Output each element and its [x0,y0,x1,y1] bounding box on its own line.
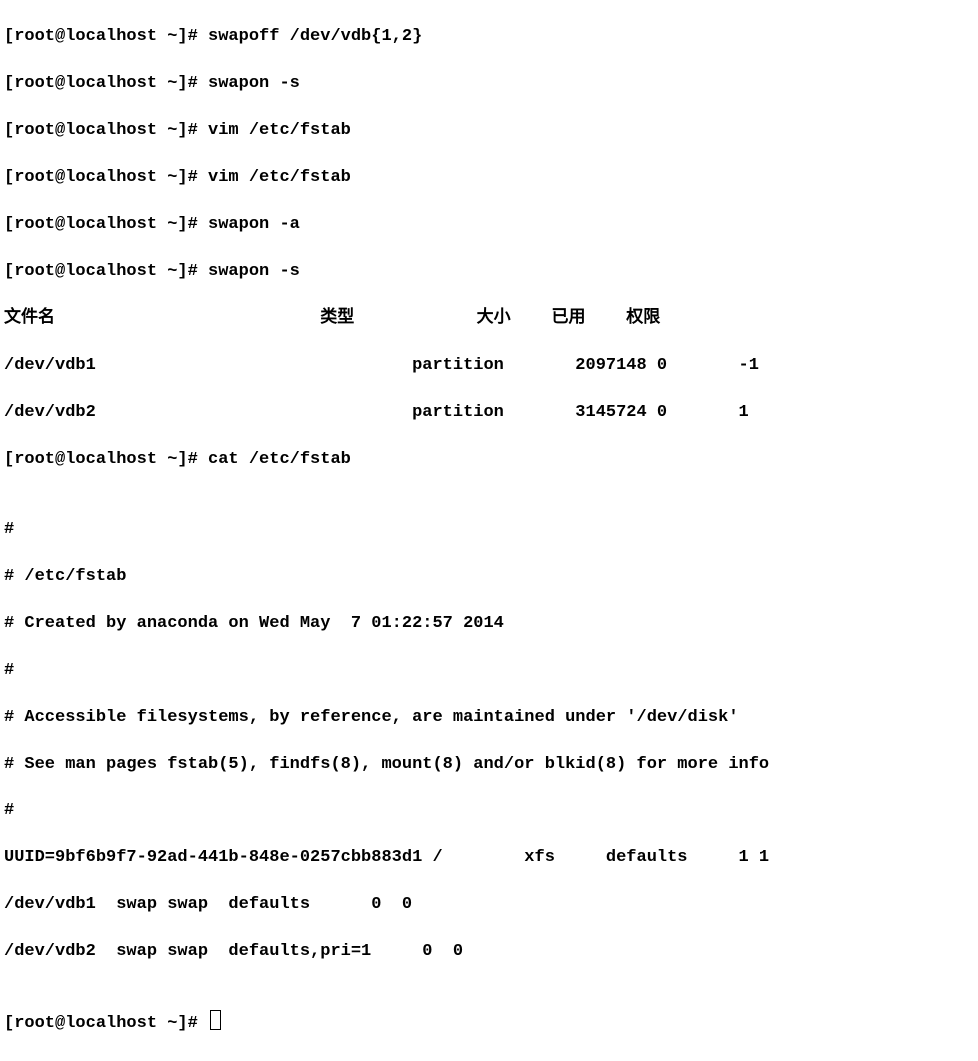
prompt-text: [root@localhost ~]# [4,1014,208,1033]
fstab-manpages: # See man pages fstab(5), findfs(8), mou… [4,753,974,776]
fstab-comment2: # [4,659,974,682]
cmd-vim-fstab-1: [root@localhost ~]# vim /etc/fstab [4,119,974,142]
fstab-accessible: # Accessible filesystems, by reference, … [4,706,974,729]
cursor[interactable] [210,1010,221,1030]
fstab-uuid-root: UUID=9bf6b9f7-92ad-441b-848e-0257cbb883d… [4,846,974,869]
swap-row-vdb2: /dev/vdb2 partition 3145724 0 1 [4,401,974,424]
cmd-swapoff: [root@localhost ~]# swapoff /dev/vdb{1,2… [4,25,974,48]
fstab-vdb1-swap: /dev/vdb1 swap swap defaults 0 0 [4,893,974,916]
fstab-comment3: # [4,799,974,822]
fstab-comment: # [4,518,974,541]
cmd-vim-fstab-2: [root@localhost ~]# vim /etc/fstab [4,166,974,189]
cmd-swapon-s-2: [root@localhost ~]# swapon -s [4,260,974,283]
swap-row-vdb1: /dev/vdb1 partition 2097148 0 -1 [4,354,974,377]
prompt-current[interactable]: [root@localhost ~]# [4,1010,974,1035]
cmd-cat-fstab: [root@localhost ~]# cat /etc/fstab [4,448,974,471]
fstab-title: # /etc/fstab [4,565,974,588]
terminal-output: [root@localhost ~]# swapoff /dev/vdb{1,2… [0,0,978,1061]
fstab-vdb2-swap: /dev/vdb2 swap swap defaults,pri=1 0 0 [4,940,974,963]
fstab-created: # Created by anaconda on Wed May 7 01:22… [4,612,974,635]
cmd-swapon-a: [root@localhost ~]# swapon -a [4,213,974,236]
swap-header: 文件名 类型 大小 已用 权限 [4,307,974,330]
cmd-swapon-s-1: [root@localhost ~]# swapon -s [4,72,974,95]
